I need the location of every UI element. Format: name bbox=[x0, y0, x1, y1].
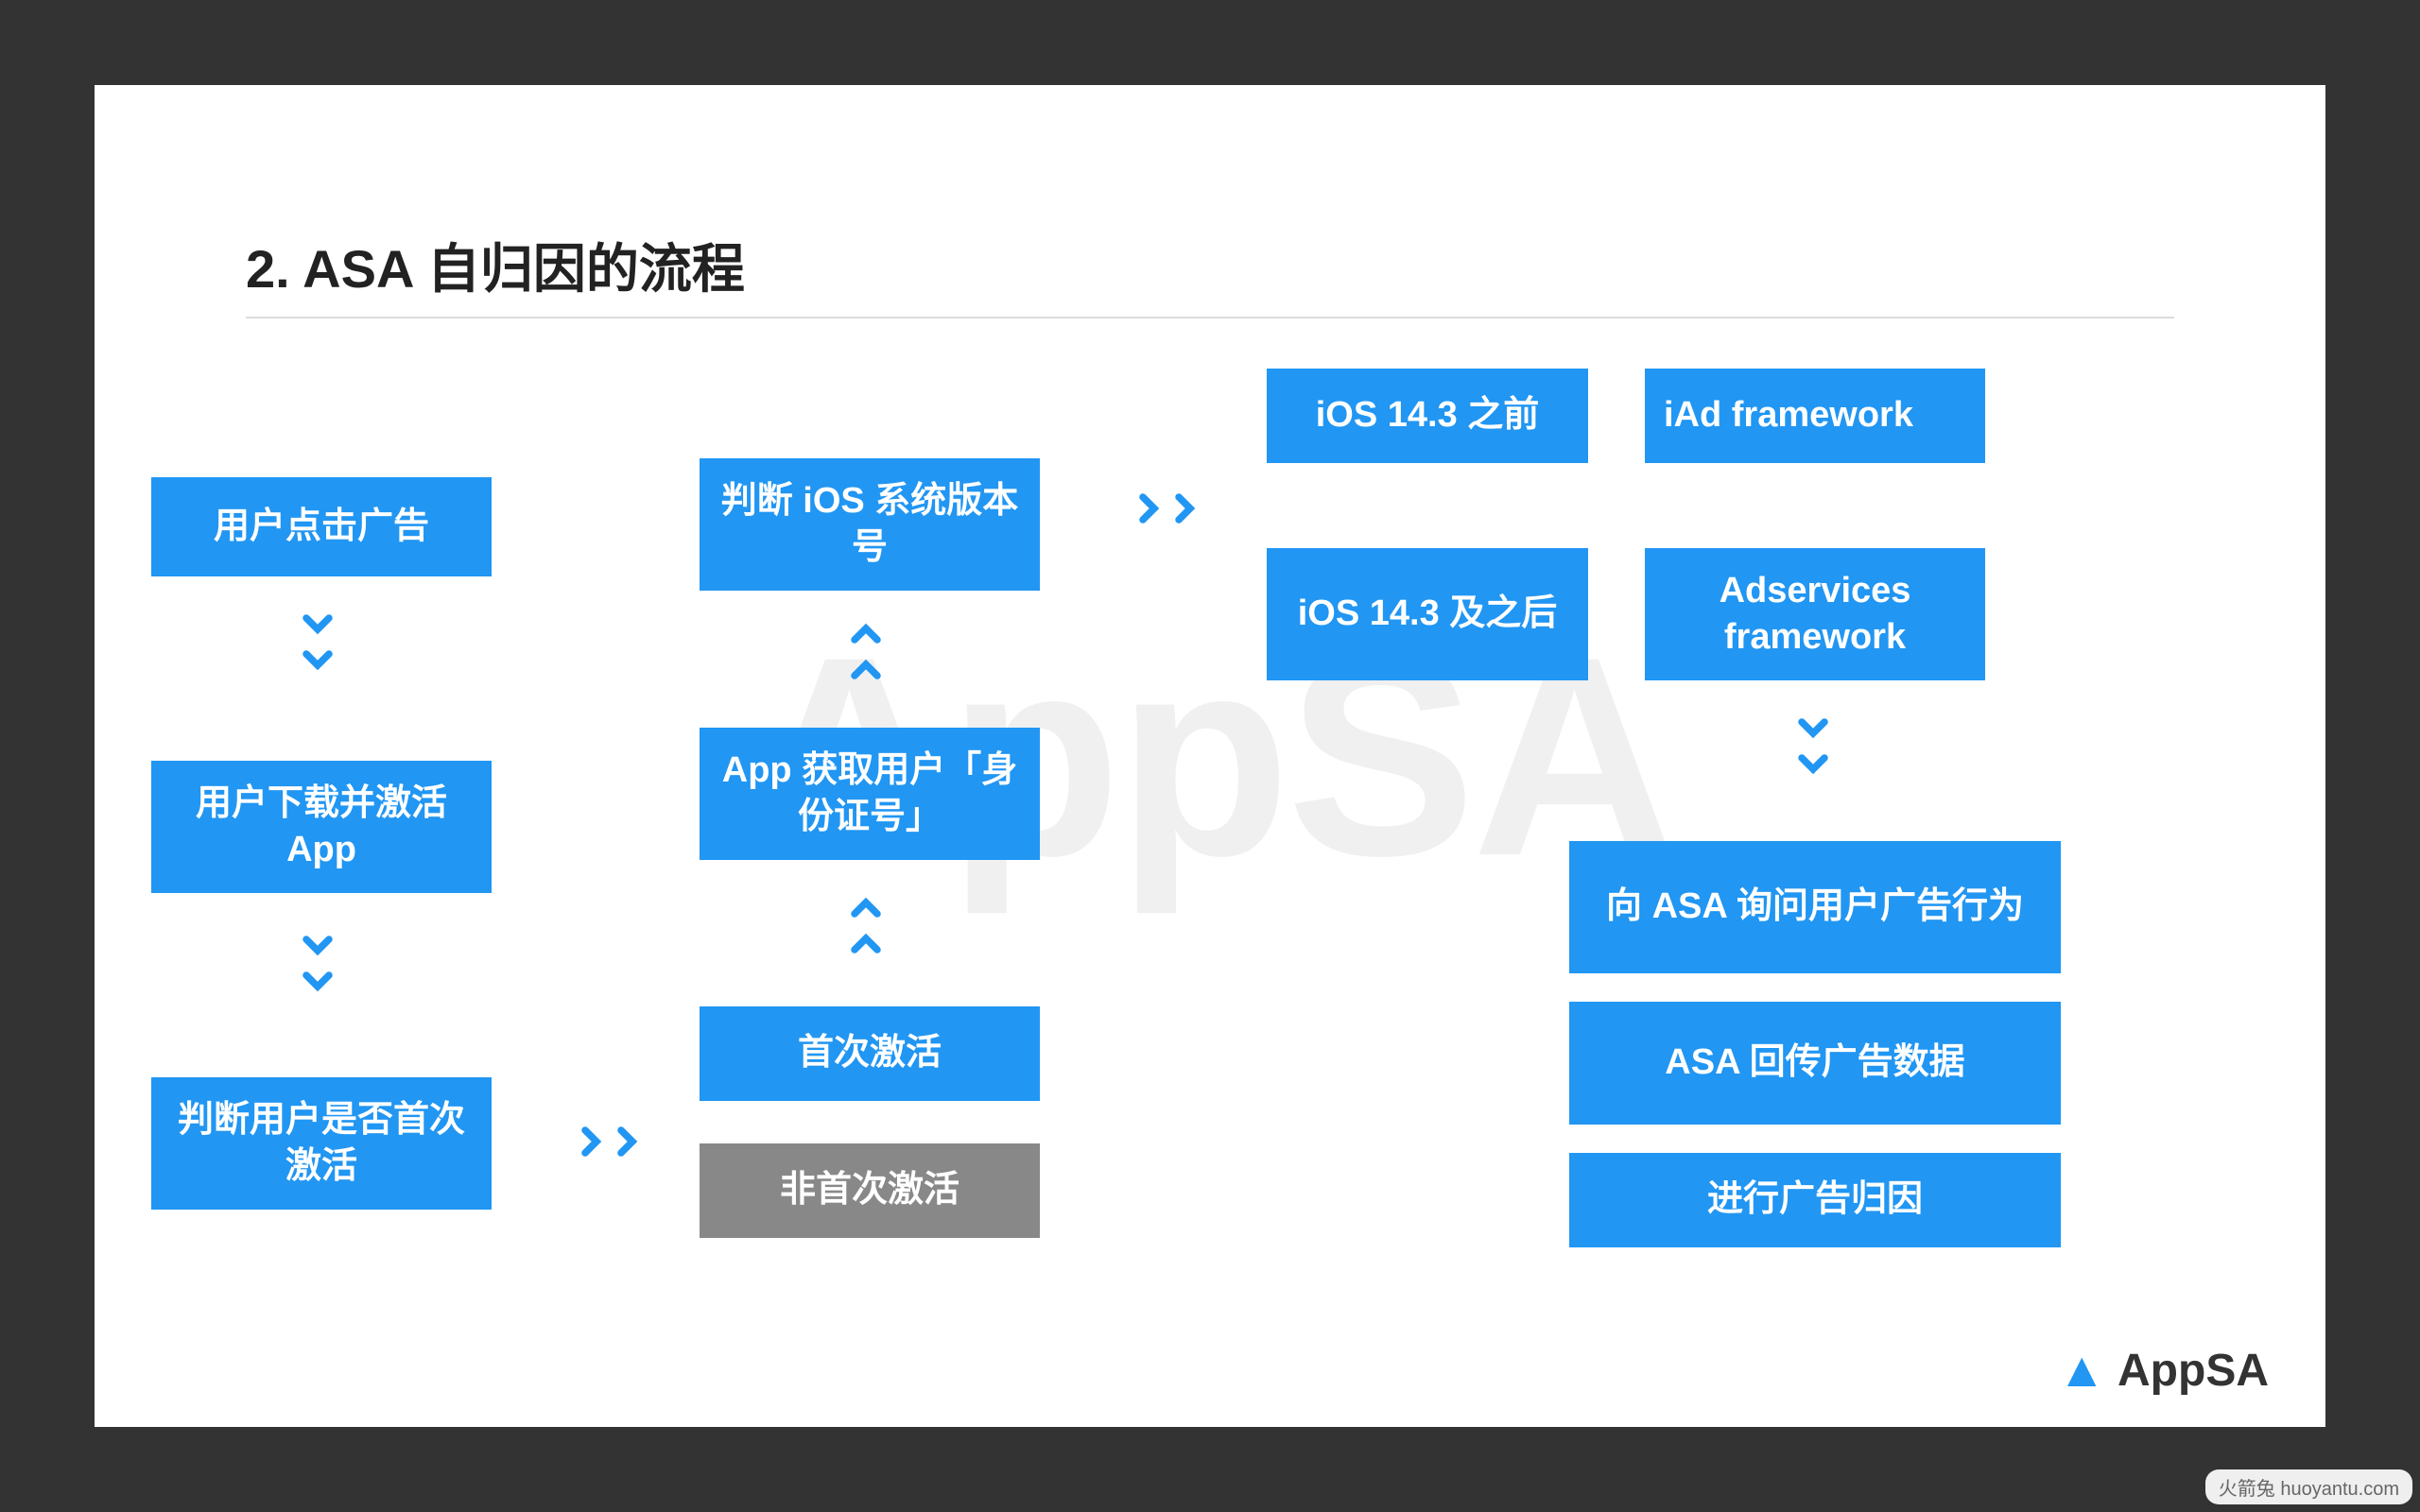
slide: AppSA 2. ASA 自归因的流程 用户点击广告 用户下载并激活 App 判… bbox=[95, 85, 2325, 1427]
box-app-get-user-id: App 获取用户「身份证号」 bbox=[700, 728, 1040, 860]
title-underline bbox=[246, 317, 2174, 318]
box-first-activation: 首次激活 bbox=[700, 1006, 1040, 1101]
logo-mark-icon: ▲ bbox=[2058, 1342, 2106, 1399]
logo: ▲ AppSA bbox=[2058, 1342, 2269, 1399]
arrow-down-icon bbox=[301, 931, 335, 1001]
box-ios-after-14-3: iOS 14.3 及之后 bbox=[1267, 548, 1588, 680]
box-perform-attribution: 进行广告归因 bbox=[1569, 1153, 2061, 1247]
box-adservices-framework: Adservices framework bbox=[1645, 548, 1985, 680]
box-asa-return-data: ASA 回传广告数据 bbox=[1569, 1002, 2061, 1125]
arrow-down-icon bbox=[301, 610, 335, 679]
arrow-right-icon bbox=[577, 1125, 647, 1159]
box-check-ios-version: 判断 iOS 系统版本号 bbox=[700, 458, 1040, 591]
box-ios-before-14-3: iOS 14.3 之前 bbox=[1267, 369, 1588, 463]
box-user-download-activate: 用户下载并激活 App bbox=[151, 761, 492, 893]
arrow-up-icon bbox=[849, 888, 883, 958]
box-user-click-ad: 用户点击广告 bbox=[151, 477, 492, 576]
arrow-down-icon bbox=[1796, 713, 1830, 783]
box-not-first-activation: 非首次激活 bbox=[700, 1143, 1040, 1238]
box-iad-framework: iAd framework bbox=[1645, 369, 1985, 463]
arrow-right-icon bbox=[1134, 491, 1204, 525]
source-badge: 火箭兔 huoyantu.com bbox=[2205, 1469, 2412, 1504]
box-check-first-activation: 判断用户是否首次激活 bbox=[151, 1077, 492, 1210]
box-query-asa: 向 ASA 询问用户广告行为 bbox=[1569, 841, 2061, 973]
logo-text: AppSA bbox=[2118, 1345, 2269, 1397]
page-title: 2. ASA 自归因的流程 bbox=[246, 227, 745, 303]
arrow-up-icon bbox=[849, 614, 883, 684]
